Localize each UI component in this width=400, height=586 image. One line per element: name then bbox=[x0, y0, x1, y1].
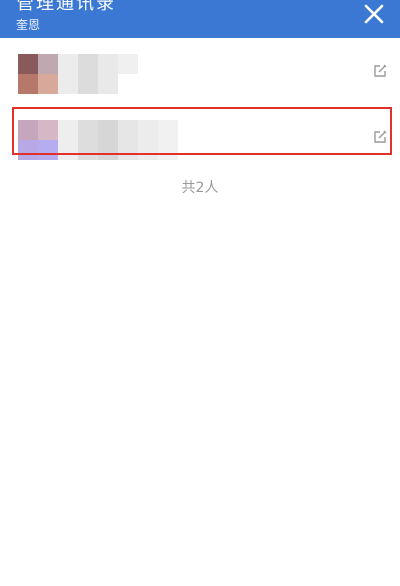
contact-row[interactable] bbox=[0, 44, 400, 100]
contact-name-blurred bbox=[58, 54, 138, 94]
avatar-pixel bbox=[18, 140, 38, 160]
close-icon bbox=[364, 4, 384, 24]
avatar-pixel bbox=[38, 120, 58, 140]
edit-button[interactable] bbox=[373, 130, 387, 144]
avatar-pixel bbox=[18, 54, 38, 74]
page-title: 管理通讯录 bbox=[16, 0, 116, 14]
close-button[interactable] bbox=[362, 2, 386, 26]
avatar-pixel bbox=[38, 54, 58, 74]
edit-icon bbox=[374, 130, 387, 143]
edit-icon bbox=[374, 64, 387, 77]
manage-contacts-screen: 管理通讯录 奎恩 共2人 bbox=[0, 0, 400, 586]
avatar-pixel bbox=[38, 140, 58, 160]
contact-count-label: 共2人 bbox=[181, 180, 219, 196]
avatar-pixel bbox=[38, 74, 58, 94]
page-subtitle: 奎恩 bbox=[16, 18, 41, 32]
header-bar: 管理通讯录 奎恩 bbox=[0, 0, 400, 38]
contact-name-blurred bbox=[58, 120, 178, 160]
avatar bbox=[18, 54, 58, 94]
avatar-pixel bbox=[18, 74, 38, 94]
avatar-pixel bbox=[18, 120, 38, 140]
edit-button[interactable] bbox=[373, 64, 387, 78]
avatar bbox=[18, 120, 58, 160]
contact-row[interactable] bbox=[0, 106, 400, 162]
